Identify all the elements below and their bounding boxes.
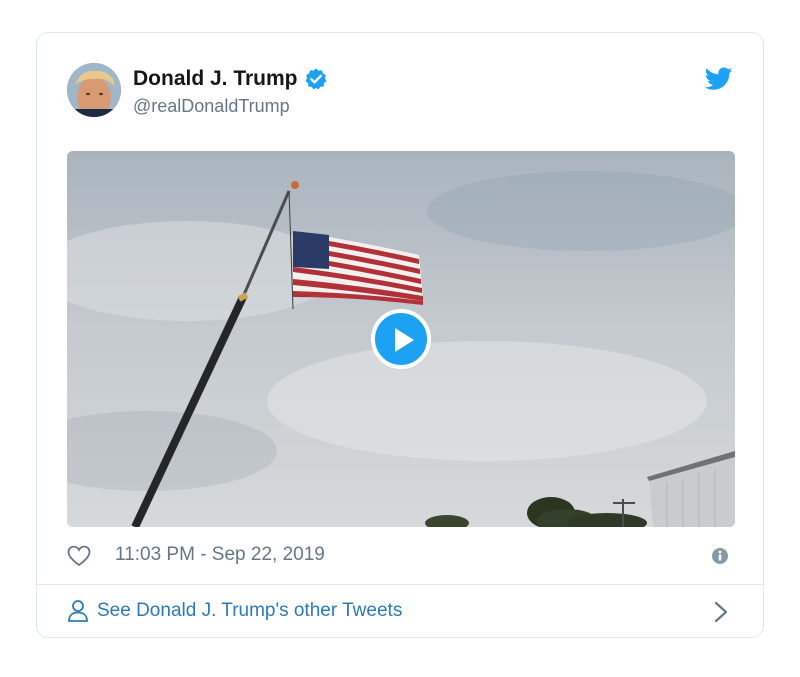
play-icon [395,328,414,352]
verified-badge-icon [305,68,327,90]
tweet-timestamp[interactable]: 11:03 PM - Sep 22, 2019 [115,544,325,566]
info-icon[interactable] [711,547,729,565]
author-handle[interactable]: @realDonaldTrump [133,96,290,117]
divider [37,584,763,585]
author-name[interactable]: Donald J. Trump [133,67,298,91]
chevron-right-icon[interactable] [713,601,729,623]
heart-icon[interactable] [67,545,91,567]
twitter-bird-icon[interactable] [705,67,733,91]
tweet-meta: 11:03 PM - Sep 22, 2019 [67,543,735,569]
person-icon [68,600,88,622]
video-player[interactable] [67,151,735,527]
play-button[interactable] [371,309,431,369]
other-tweets-label: See Donald J. Trump's other Tweets [97,600,403,621]
tweet-card: Donald J. Trump @realDonaldTrump 11:03 P… [36,32,764,638]
other-tweets-link[interactable]: See Donald J. Trump's other Tweets [67,599,402,623]
avatar-image [67,63,121,117]
avatar[interactable] [67,63,121,117]
author-row: Donald J. Trump [133,67,328,91]
